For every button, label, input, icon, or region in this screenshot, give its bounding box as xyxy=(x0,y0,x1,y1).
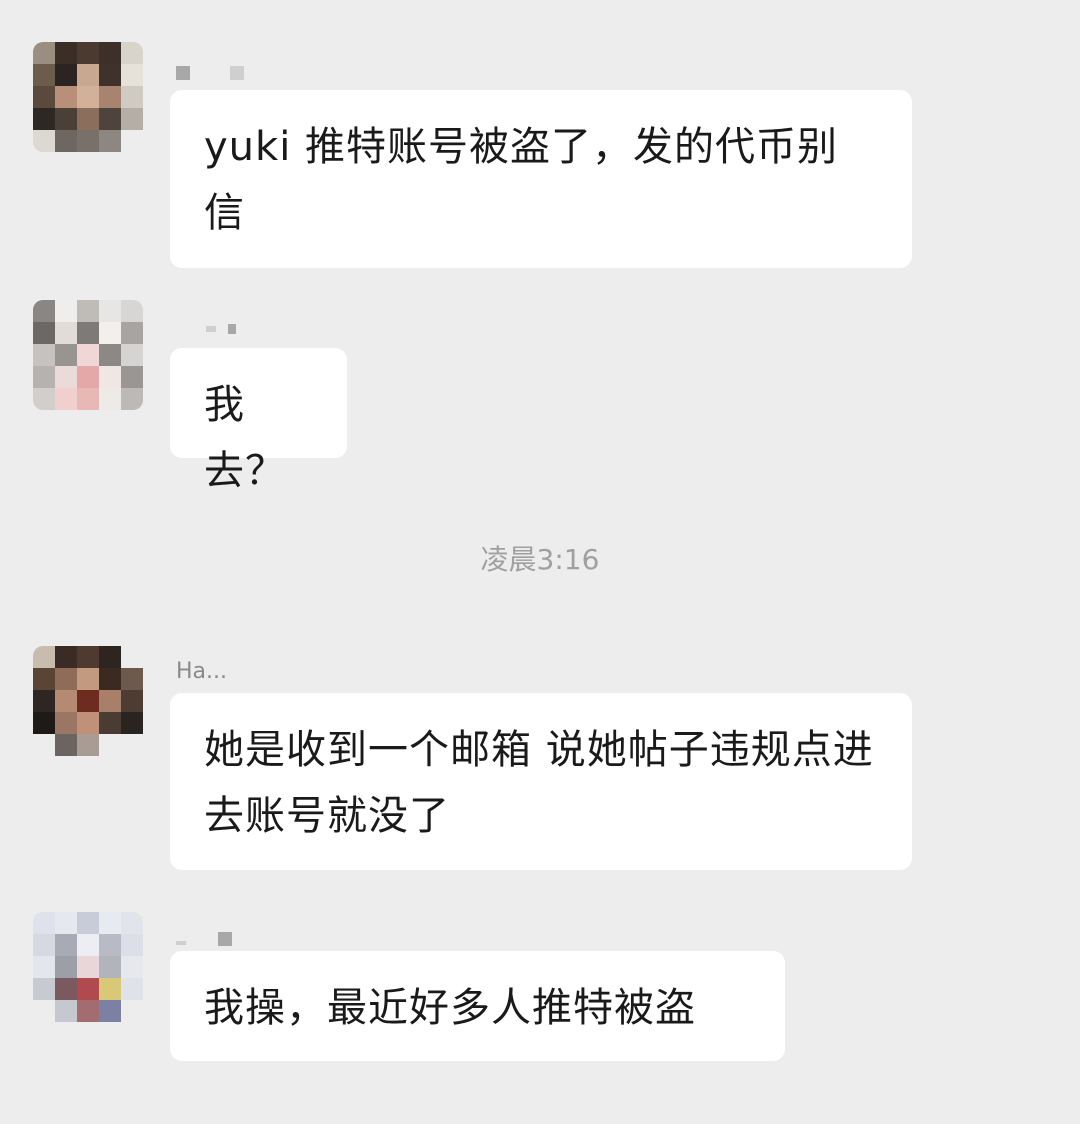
message-bubble[interactable]: 她是收到一个邮箱 说她帖子违规点进去账号就没了 xyxy=(170,693,912,870)
message-text: 我操，最近好多人推特被盗 xyxy=(204,985,696,1031)
message-bubble[interactable]: 我去？ xyxy=(170,348,347,494)
message-text: 我去？ xyxy=(204,382,286,494)
pixelated-name xyxy=(230,66,244,80)
pixelated-name xyxy=(176,66,190,80)
message-bubble[interactable]: yuki 推特账号被盗了，发的代币别信 xyxy=(170,90,912,268)
timestamp: 凌晨3:16 xyxy=(480,543,600,576)
pixelated-name xyxy=(176,941,186,945)
avatar[interactable] xyxy=(33,300,143,410)
avatar[interactable] xyxy=(33,646,143,756)
message-bubble[interactable]: 我操，最近好多人推特被盗 xyxy=(170,951,785,1061)
pixelated-name xyxy=(228,324,236,334)
pixelated-name xyxy=(218,932,232,946)
sender-name xyxy=(176,62,256,84)
sender-name: Ha... xyxy=(176,660,228,682)
message-text: 她是收到一个邮箱 说她帖子违规点进去账号就没了 xyxy=(204,727,874,839)
sender-name xyxy=(176,928,244,950)
avatar[interactable] xyxy=(33,912,143,1022)
message-text: yuki 推特账号被盗了，发的代币别信 xyxy=(204,124,839,236)
avatar[interactable] xyxy=(33,42,143,152)
sender-name xyxy=(176,318,248,340)
pixelated-name xyxy=(206,326,216,332)
